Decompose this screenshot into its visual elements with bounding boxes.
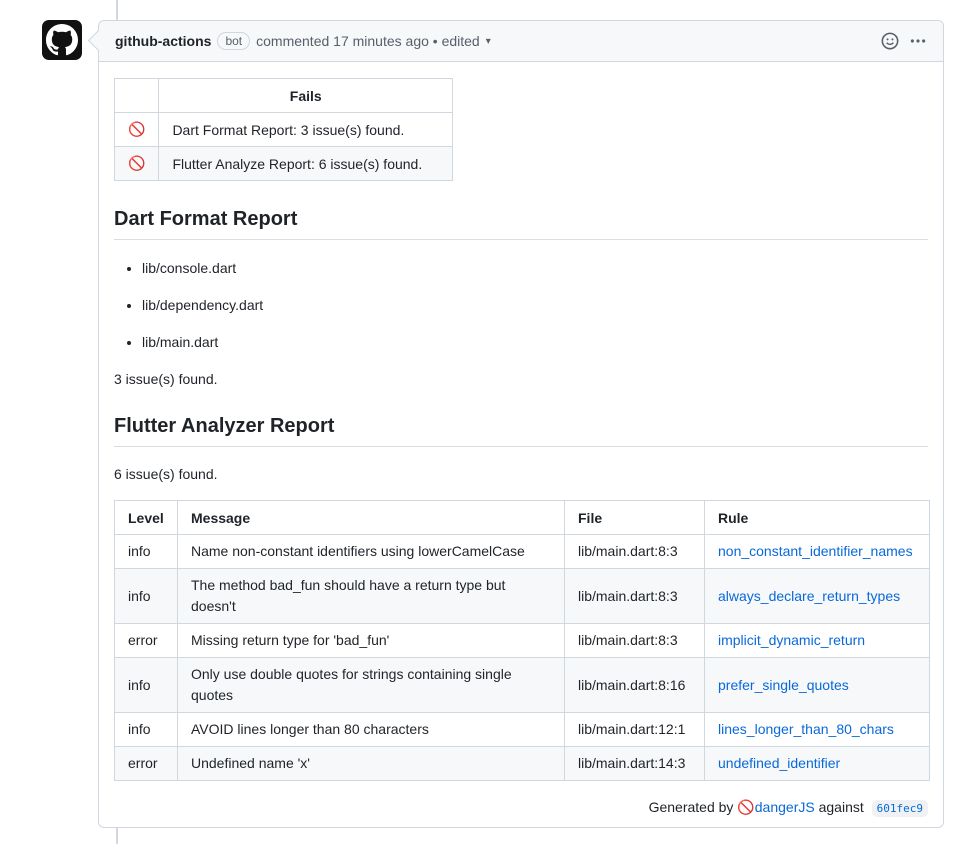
cell-message: Name non-constant identifiers using lowe… (177, 534, 565, 569)
cell-rule: always_declare_return_types (704, 568, 930, 624)
flutter-analyzer-heading: Flutter Analyzer Report (114, 415, 928, 447)
comment-actions (881, 21, 927, 61)
footer-prefix: Generated by (648, 799, 734, 815)
table-row: error Undefined name 'x' lib/main.dart:1… (114, 746, 930, 781)
list-item: lib/dependency.dart (142, 296, 928, 314)
dart-format-summary: 3 issue(s) found. (114, 371, 218, 387)
table-row: info Name non-constant identifiers using… (114, 534, 930, 569)
analyzer-issues-table: Level Message File Rule info Name non-co… (114, 500, 930, 781)
rule-link[interactable]: lines_longer_than_80_chars (718, 721, 894, 737)
cell-message: The method bad_fun should have a return … (177, 568, 565, 624)
fails-row-text: Dart Format Report: 3 issue(s) found. (158, 112, 453, 147)
cell-level: info (114, 568, 178, 624)
dangerjs-link[interactable]: dangerJS (755, 799, 815, 815)
author-link[interactable]: github-actions (115, 33, 211, 49)
commit-sha-link[interactable]: 601fec9 (871, 800, 928, 817)
rule-link[interactable]: implicit_dynamic_return (718, 632, 865, 648)
column-header-rule: Rule (704, 500, 930, 535)
table-row: info The method bad_fun should have a re… (114, 568, 930, 624)
dart-format-heading: Dart Format Report (114, 208, 928, 240)
column-header-file: File (564, 500, 705, 535)
comment-box: github-actions bot commented 17 minutes … (98, 20, 944, 828)
no-entry-icon: 🚫 (737, 799, 755, 815)
fails-row-text: Flutter Analyze Report: 6 issue(s) found… (158, 146, 453, 181)
edit-history-dropdown-icon[interactable]: ▾ (486, 36, 491, 47)
danger-footer: Generated by 🚫dangerJS against 601fec9 (114, 799, 928, 817)
cell-message: Only use double quotes for strings conta… (177, 657, 565, 713)
list-item: lib/main.dart (142, 333, 928, 351)
cell-file: lib/main.dart:8:16 (564, 657, 705, 713)
cell-file: lib/main.dart:12:1 (564, 712, 705, 747)
fails-row: 🚫 Dart Format Report: 3 issue(s) found. (113, 112, 453, 147)
cell-level: info (114, 534, 178, 569)
cell-rule: non_constant_identifier_names (704, 534, 930, 569)
cell-level: error (114, 623, 178, 658)
table-row: info Only use double quotes for strings … (114, 657, 930, 713)
no-entry-icon: 🚫 (113, 112, 160, 147)
footer-against: against (818, 799, 864, 815)
list-item: lib/console.dart (142, 259, 928, 277)
cell-level: error (114, 746, 178, 781)
rule-link[interactable]: undefined_identifier (718, 755, 840, 771)
github-octocat-icon (46, 24, 78, 56)
rule-link[interactable]: always_declare_return_types (718, 588, 900, 604)
comment-body: Fails 🚫 Dart Format Report: 3 issue(s) f… (99, 62, 943, 817)
comment-header: github-actions bot commented 17 minutes … (99, 21, 943, 62)
cell-file: lib/main.dart:8:3 (564, 568, 705, 624)
cell-file: lib/main.dart:14:3 (564, 746, 705, 781)
bot-badge: bot (217, 32, 251, 50)
cell-rule: prefer_single_quotes (704, 657, 930, 713)
flutter-analyzer-summary: 6 issue(s) found. (114, 466, 218, 482)
smiley-icon[interactable] (881, 32, 899, 50)
cell-rule: lines_longer_than_80_chars (704, 712, 930, 747)
rule-link[interactable]: prefer_single_quotes (718, 677, 849, 693)
cell-file: lib/main.dart:8:3 (564, 534, 705, 569)
cell-rule: implicit_dynamic_return (704, 623, 930, 658)
fails-header: Fails (158, 78, 453, 113)
table-row: info AVOID lines longer than 80 characte… (114, 712, 930, 747)
cell-file: lib/main.dart:8:3 (564, 623, 705, 658)
cell-level: info (114, 657, 178, 713)
rule-link[interactable]: non_constant_identifier_names (718, 543, 913, 559)
column-header-message: Message (177, 500, 565, 535)
fails-row: 🚫 Flutter Analyze Report: 6 issue(s) fou… (113, 146, 453, 181)
fails-header-icon-cell (113, 78, 160, 113)
table-row: error Missing return type for 'bad_fun' … (114, 623, 930, 658)
fails-table: Fails 🚫 Dart Format Report: 3 issue(s) f… (113, 78, 453, 181)
dart-format-file-list: lib/console.dart lib/dependency.dart lib… (114, 259, 928, 351)
cell-message: Missing return type for 'bad_fun' (177, 623, 565, 658)
comment-meta[interactable]: commented 17 minutes ago • edited (256, 33, 480, 49)
cell-message: Undefined name 'x' (177, 746, 565, 781)
cell-rule: undefined_identifier (704, 746, 930, 781)
cell-level: info (114, 712, 178, 747)
no-entry-icon: 🚫 (113, 146, 160, 181)
cell-message: AVOID lines longer than 80 characters (177, 712, 565, 747)
column-header-level: Level (114, 500, 178, 535)
github-actions-avatar[interactable] (42, 20, 82, 60)
kebab-horizontal-icon[interactable] (909, 32, 927, 50)
